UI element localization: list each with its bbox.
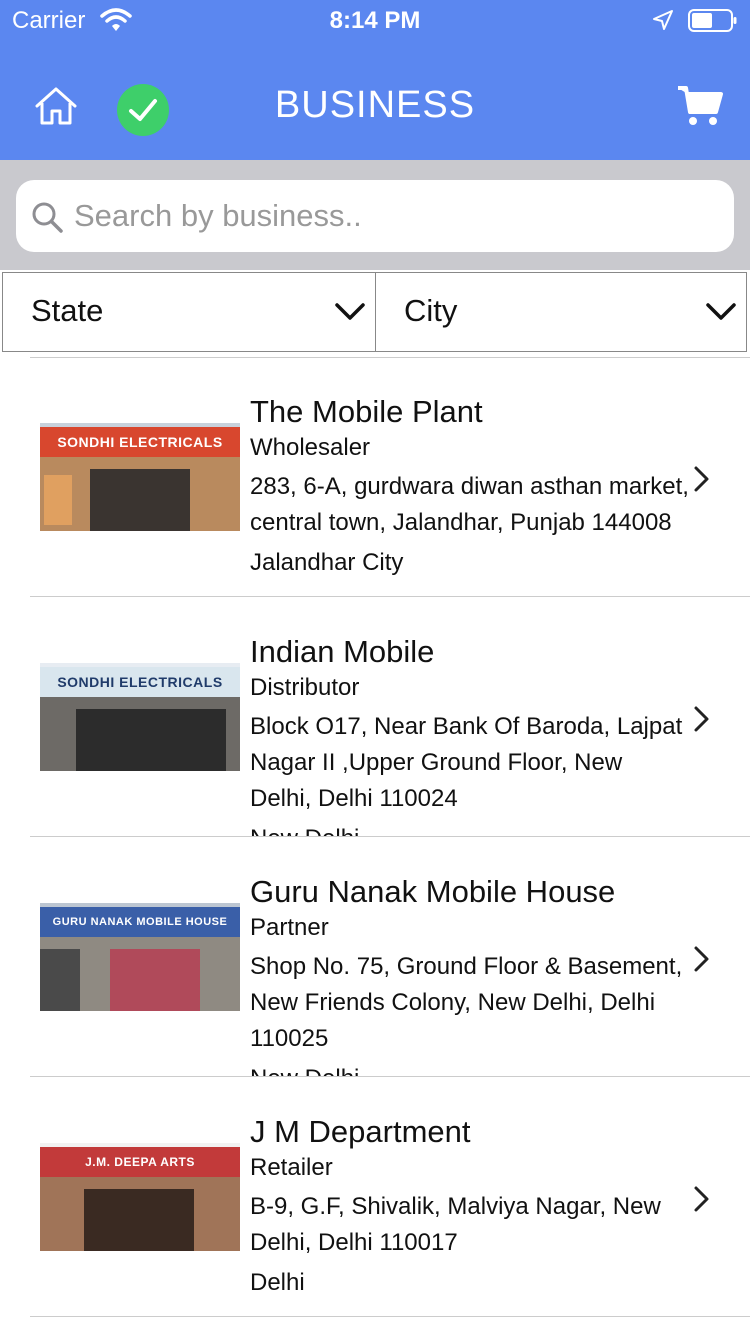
app-header: Carrier 8:14 PM BUSINESS [0, 0, 750, 160]
list-item[interactable]: SONDHI ELECTRICALS Indian Mobile Distrib… [0, 597, 750, 837]
search-field[interactable] [16, 180, 734, 252]
cart-icon[interactable] [676, 84, 724, 128]
chevron-down-icon [335, 303, 365, 320]
chevron-down-icon [706, 303, 736, 320]
business-thumbnail: GURU NANAK MOBILE HOUSE [40, 903, 240, 1011]
business-type: Retailer [250, 1154, 333, 1181]
business-city: Jalandhar City [250, 549, 404, 576]
clock: 8:14 PM [329, 7, 421, 34]
location-arrow-icon [653, 10, 673, 30]
business-name: The Mobile Plant [250, 394, 483, 429]
list-item[interactable]: J.M. DEEPA ARTS J M Department Retailer … [0, 1077, 750, 1317]
business-city: Delhi [250, 1269, 305, 1296]
business-list: SONDHI ELECTRICALS The Mobile Plant Whol… [0, 357, 750, 1334]
business-city: New Delhi [250, 823, 690, 837]
battery-icon [688, 9, 737, 32]
row-divider [30, 1316, 750, 1317]
search-input[interactable] [74, 190, 714, 242]
business-address: Block O17, Near Bank Of Baroda, Lajpat N… [250, 713, 683, 812]
business-info: Indian Mobile Distributor Block O17, Nea… [250, 631, 690, 837]
thumbnail-sign-text: GURU NANAK MOBILE HOUSE [40, 907, 240, 937]
business-thumbnail: SONDHI ELECTRICALS [40, 423, 240, 531]
business-thumbnail: J.M. DEEPA ARTS [40, 1143, 240, 1251]
chevron-right-icon [694, 706, 709, 732]
thumbnail-sign-text: J.M. DEEPA ARTS [40, 1147, 240, 1177]
business-city: New Delhi [250, 1063, 690, 1077]
chevron-right-icon [694, 946, 709, 972]
business-info: Guru Nanak Mobile House Partner Shop No.… [250, 871, 690, 1077]
business-name: J M Department [250, 1114, 471, 1149]
list-item[interactable]: GURU NANAK MOBILE HOUSE Guru Nanak Mobil… [0, 837, 750, 1077]
filter-bar: State City [2, 272, 747, 352]
city-dropdown-label: City [404, 293, 458, 328]
business-address: B-9, G.F, Shivalik, Malviya Nagar, New D… [250, 1193, 661, 1256]
city-dropdown[interactable]: City [375, 272, 747, 352]
page-title: BUSINESS [274, 84, 476, 126]
thumbnail-sign-text: SONDHI ELECTRICALS [40, 667, 240, 697]
business-thumbnail: SONDHI ELECTRICALS [40, 663, 240, 771]
search-bar [0, 160, 750, 270]
chevron-right-icon [694, 466, 709, 492]
business-type: Wholesaler [250, 434, 371, 461]
search-icon [32, 202, 63, 233]
status-bar: Carrier 8:14 PM [0, 0, 750, 40]
state-dropdown-label: State [31, 293, 104, 328]
business-address: Shop No. 75, Ground Floor & Basement, Ne… [250, 953, 683, 1052]
list-item[interactable]: SONDHI ELECTRICALS The Mobile Plant Whol… [0, 357, 750, 597]
business-address: 283, 6-A, gurdwara diwan asthan market, … [250, 473, 689, 536]
business-name: Guru Nanak Mobile House [250, 874, 616, 909]
state-dropdown[interactable]: State [2, 272, 376, 352]
business-info: The Mobile Plant Wholesaler 283, 6-A, gu… [250, 391, 690, 597]
business-type: Partner [250, 914, 329, 941]
business-name: Indian Mobile [250, 634, 435, 669]
chevron-right-icon [694, 1186, 709, 1212]
business-type: Distributor [250, 674, 360, 701]
thumbnail-sign-text: SONDHI ELECTRICALS [40, 427, 240, 457]
business-info: J M Department Retailer B-9, G.F, Shival… [250, 1111, 690, 1317]
